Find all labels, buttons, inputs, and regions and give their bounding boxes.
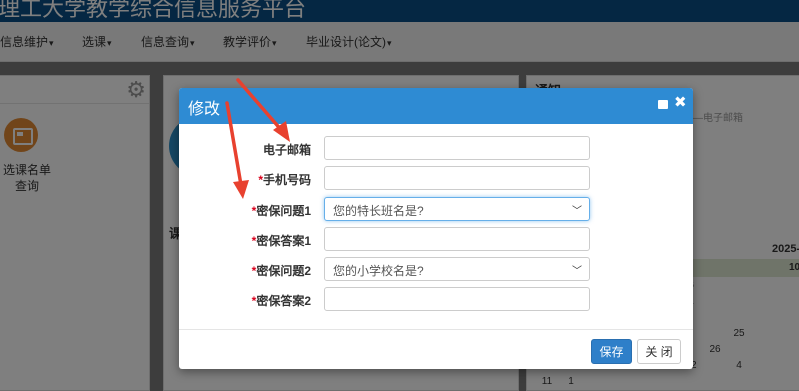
security-question-2-select[interactable]: 您的小学校名是? ﹀	[324, 257, 590, 281]
save-button[interactable]: 保存	[591, 339, 632, 364]
phone-label: *手机号码	[239, 171, 311, 188]
email-field[interactable]	[324, 136, 590, 160]
security-question-2-label: *密保问题2	[239, 262, 311, 279]
dialog-footer: 保存 关 闭	[179, 329, 693, 369]
dialog-title: 修改	[188, 101, 221, 118]
security-answer-2-label: *密保答案2	[239, 292, 311, 309]
security-question-2-label-text: 密保问题2	[256, 264, 311, 278]
security-answer-2-field[interactable]	[324, 287, 590, 311]
maximize-icon[interactable]	[658, 100, 668, 109]
dialog-header: 修改 ✖	[179, 88, 693, 124]
close-button[interactable]: 关 闭	[637, 339, 681, 364]
edit-dialog: 修改 ✖ 电子邮箱 *手机号码 *密保问题1 您的特长班名是? ﹀ *密保答案1…	[179, 88, 693, 369]
close-icon[interactable]: ✖	[674, 94, 687, 112]
security-question-1-select[interactable]: 您的特长班名是? ﹀	[324, 197, 590, 221]
security-answer-2-label-text: 密保答案2	[256, 294, 311, 308]
security-question-1-label-text: 密保问题1	[256, 204, 311, 218]
dialog-body: 电子邮箱 *手机号码 *密保问题1 您的特长班名是? ﹀ *密保答案1 *密保问…	[179, 124, 693, 329]
security-answer-1-field[interactable]	[324, 227, 590, 251]
email-label-text: 电子邮箱	[262, 143, 311, 157]
email-label: 电子邮箱	[239, 141, 311, 158]
chevron-down-icon: ﹀	[572, 266, 582, 277]
security-question-2-value: 您的小学校名是?	[333, 264, 424, 278]
security-answer-1-label: *密保答案1	[239, 232, 311, 249]
phone-label-text: 手机号码	[262, 173, 311, 187]
security-answer-1-label-text: 密保答案1	[256, 234, 311, 248]
phone-field[interactable]	[324, 166, 590, 190]
security-question-1-label: *密保问题1	[239, 202, 311, 219]
chevron-down-icon: ﹀	[572, 206, 582, 217]
security-question-1-value: 您的特长班名是?	[333, 204, 424, 218]
